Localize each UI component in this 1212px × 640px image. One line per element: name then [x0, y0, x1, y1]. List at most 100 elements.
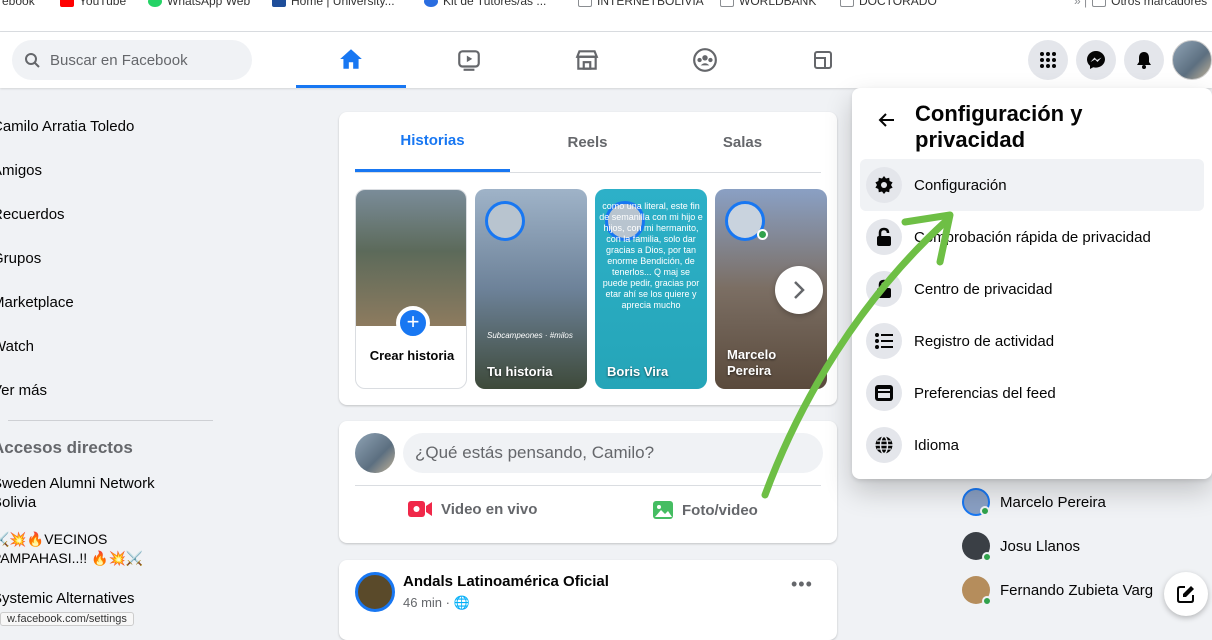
online-indicator [757, 229, 768, 240]
contact-name: Josu Llanos [1000, 537, 1081, 555]
sidebar-item-watch[interactable]: Watch [0, 338, 34, 355]
menu-button[interactable] [1028, 40, 1068, 80]
bookmark-item[interactable]: ebook [2, 0, 35, 10]
grid-menu-icon [1040, 52, 1056, 68]
lock-icon [866, 271, 902, 307]
composer-input[interactable]: ¿Qué estás pensando, Camilo? [403, 433, 823, 473]
photo-icon [653, 501, 673, 519]
story-name: Tu historia [487, 364, 553, 379]
shortcut-item[interactable]: Systemic Alternatives [0, 590, 135, 607]
tab-home[interactable] [296, 32, 406, 88]
folder-icon [578, 0, 592, 7]
lock-icon [866, 219, 902, 255]
menu-item-language[interactable]: Idioma [860, 419, 1204, 471]
next-stories-button[interactable] [775, 266, 823, 314]
tab-reels[interactable]: Reels [510, 112, 665, 172]
bookmark-item[interactable]: » | Otros marcadores [1074, 0, 1207, 10]
sidebar-divider [8, 420, 213, 421]
bookmark-label: YouTube [79, 0, 127, 8]
menu-item-settings[interactable]: Configuración [860, 159, 1204, 211]
contact-avatar [962, 488, 990, 516]
bookmark-item[interactable]: WhatsApp Web [148, 0, 250, 10]
story-card[interactable]: como una literal, este fin de semanilla … [595, 189, 707, 389]
shortcut-item[interactable]: ⚔️💥🔥VECINOS PAMPAHASI..!! 🔥💥⚔️ [0, 530, 192, 568]
folder-icon [840, 0, 854, 7]
compose-icon [1177, 586, 1194, 603]
new-message-button[interactable] [1164, 572, 1208, 616]
more-options-icon[interactable]: ••• [791, 574, 813, 595]
bookmark-item[interactable]: Kit de Tutores/as ... [424, 0, 546, 10]
bookmark-item[interactable]: YouTube [60, 0, 126, 10]
search-input[interactable] [48, 50, 228, 70]
gear-icon [866, 167, 902, 203]
bookmark-label: Home | University... [291, 0, 395, 8]
composer-divider [355, 485, 821, 486]
notifications-button[interactable] [1124, 40, 1164, 80]
contact-avatar [962, 576, 992, 606]
search-box[interactable] [12, 40, 252, 80]
sidebar-item-groups[interactable]: Grupos [0, 250, 41, 267]
bookmark-item[interactable]: DOCTORADO [840, 0, 937, 10]
online-indicator [980, 506, 990, 516]
sidebar-item-memories[interactable]: Recuerdos [0, 206, 65, 223]
photo-video-button[interactable]: Foto/video [652, 499, 758, 521]
online-indicator [982, 552, 992, 562]
menu-item-label: Configuración [914, 176, 1007, 194]
tab-watch[interactable] [414, 32, 524, 88]
menu-item-label: Comprobación rápida de privacidad [914, 228, 1151, 246]
online-indicator [982, 596, 992, 606]
create-story-card[interactable]: + Crear historia [355, 189, 467, 389]
sidebar-item-friends[interactable]: Amigos [0, 162, 42, 179]
feed-icon [866, 375, 902, 411]
bookmark-label: ebook [2, 0, 35, 8]
tabs-divider [355, 172, 821, 173]
messenger-icon [1087, 51, 1105, 69]
groups-icon [693, 48, 717, 72]
store-icon [575, 50, 599, 70]
live-video-label: Video en vivo [441, 500, 538, 518]
contact-item[interactable]: Josu Llanos [962, 532, 1081, 562]
menu-item-privacy-center[interactable]: Centro de privacidad [860, 263, 1204, 315]
post-author[interactable]: Andals Latinoamérica Oficial [403, 573, 609, 590]
post-author-avatar[interactable] [355, 572, 395, 612]
bell-icon [1137, 52, 1151, 69]
contact-avatar [962, 532, 992, 562]
shortcut-item[interactable]: Sweden Alumni Network Bolivia [0, 474, 192, 512]
tab-stories[interactable]: Historias [355, 112, 510, 172]
contact-item[interactable]: Marcelo Pereira [962, 488, 1106, 516]
menu-item-privacy-checkup[interactable]: Comprobación rápida de privacidad [860, 211, 1204, 263]
contact-item[interactable]: Fernando Zubieta Varg [962, 576, 1153, 606]
menu-item-label: Centro de privacidad [914, 280, 1053, 298]
story-overlay-text: como una literal, este fin de semanilla … [599, 201, 703, 310]
sidebar-item-profile[interactable]: Camilo Arratia Toledo [0, 118, 134, 135]
bookmark-label: WhatsApp Web [167, 0, 251, 8]
bookmark-item[interactable]: INTERNETBOLIVIA [578, 0, 704, 10]
top-navigation [0, 32, 1212, 88]
search-icon [25, 53, 40, 68]
messenger-button[interactable] [1076, 40, 1116, 80]
account-avatar[interactable] [1172, 40, 1212, 80]
tab-marketplace[interactable] [532, 32, 642, 88]
live-video-button[interactable]: Video en vivo [407, 499, 537, 519]
tab-gaming[interactable] [768, 32, 878, 88]
tab-rooms[interactable]: Salas [665, 112, 820, 172]
bookmark-label: Otros marcadores [1111, 0, 1208, 8]
story-avatar [485, 201, 525, 241]
bookmark-item[interactable]: Home | University... [272, 0, 395, 10]
live-video-icon [408, 501, 432, 517]
story-card[interactable]: Subcampeones · #milos Tu historia [475, 189, 587, 389]
post-card: Andals Latinoamérica Oficial 46 min · 🌐 … [339, 560, 837, 640]
menu-item-activity-log[interactable]: Registro de actividad [860, 315, 1204, 367]
sidebar-item-marketplace[interactable]: Marketplace [0, 294, 74, 311]
menu-item-feed-preferences[interactable]: Preferencias del feed [860, 367, 1204, 419]
folder-icon [720, 0, 734, 7]
separator: » | [1074, 0, 1088, 8]
back-arrow-icon[interactable] [878, 112, 896, 128]
bookmark-item[interactable]: WORLDBANK [720, 0, 816, 10]
sidebar-item-see-more[interactable]: Ver más [0, 382, 47, 399]
tab-groups[interactable] [650, 32, 760, 88]
bookmark-label: INTERNETBOLIVIA [597, 0, 704, 8]
bookmark-label: Kit de Tutores/as ... [443, 0, 547, 8]
story-overlay-text: Subcampeones · #milos [487, 331, 573, 340]
menu-title: Configuración y privacidad [915, 101, 1083, 152]
